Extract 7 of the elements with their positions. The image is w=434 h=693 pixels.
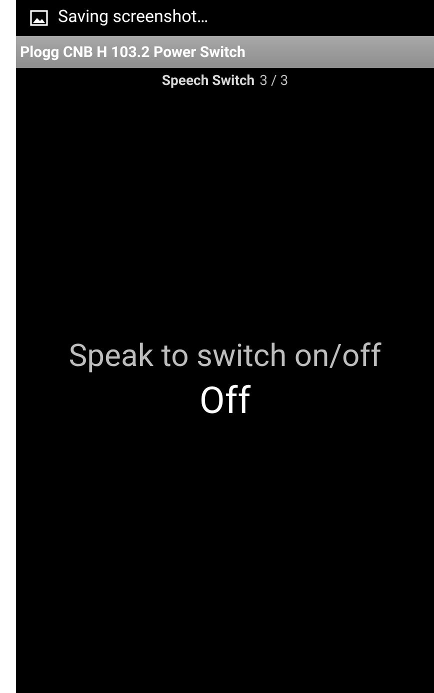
prompt-text: Speak to switch on/off bbox=[68, 336, 382, 376]
page-counter: 3 / 3 bbox=[260, 72, 288, 90]
switch-state: Off bbox=[199, 380, 251, 424]
subtitle: Speech Switch bbox=[162, 72, 255, 90]
picture-icon bbox=[30, 10, 48, 26]
notification-text: Saving screenshot… bbox=[58, 6, 208, 30]
app-title: Plogg CNB H 103.2 Power Switch bbox=[20, 42, 246, 63]
